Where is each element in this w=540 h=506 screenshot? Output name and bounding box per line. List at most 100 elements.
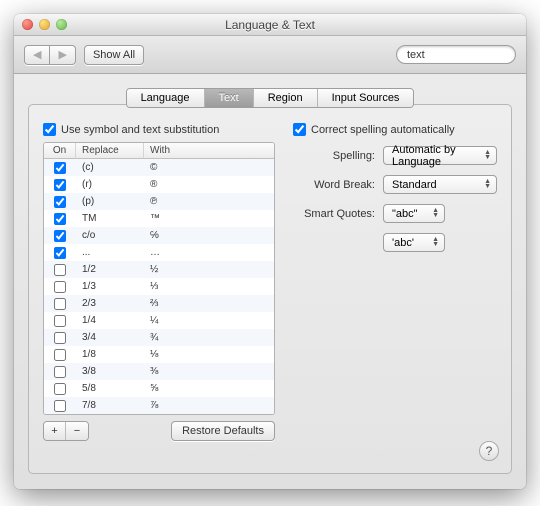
row-checkbox[interactable] — [54, 383, 66, 395]
row-with: ⅞ — [144, 400, 274, 411]
tab-input-sources[interactable]: Input Sources — [318, 89, 414, 107]
show-all-button[interactable]: Show All — [84, 45, 144, 65]
tab-region[interactable]: Region — [254, 89, 318, 107]
use-substitution-checkbox[interactable] — [43, 123, 56, 136]
row-with: ™ — [144, 213, 274, 224]
row-replace: (p) — [76, 196, 144, 207]
chevron-updown-icon: ▲▼ — [484, 179, 491, 189]
table-row[interactable]: TM™ — [44, 210, 274, 227]
back-button[interactable]: ◀ — [24, 45, 50, 65]
table-row[interactable]: (p)℗ — [44, 193, 274, 210]
row-with: ⅝ — [144, 383, 274, 394]
row-with: ⅓ — [144, 281, 274, 292]
smartquotes-single-select[interactable]: 'abc' ▲▼ — [383, 233, 445, 252]
col-on[interactable]: On — [44, 143, 76, 159]
row-checkbox[interactable] — [54, 400, 66, 412]
text-panel: Use symbol and text substitution On Repl… — [28, 104, 512, 474]
row-checkbox[interactable] — [54, 213, 66, 225]
row-replace: ... — [76, 247, 144, 258]
row-checkbox[interactable] — [54, 247, 66, 259]
row-with: ¾ — [144, 332, 274, 343]
row-replace: 5/8 — [76, 383, 144, 394]
correct-spelling-checkbox[interactable] — [293, 123, 306, 136]
row-replace: TM — [76, 213, 144, 224]
spelling-select[interactable]: Automatic by Language ▲▼ — [383, 146, 497, 165]
remove-button[interactable]: − — [66, 422, 88, 440]
table-row[interactable]: 7/8⅞ — [44, 397, 274, 414]
substitution-table: On Replace With (c)©(r)®(p)℗TM™c/o℅...…1… — [43, 142, 275, 415]
table-row[interactable]: 1/2½ — [44, 261, 274, 278]
row-replace: c/o — [76, 230, 144, 241]
row-checkbox[interactable] — [54, 264, 66, 276]
forward-button[interactable]: ▶ — [50, 45, 75, 65]
spelling-label: Spelling: — [293, 150, 375, 162]
chevron-updown-icon: ▲▼ — [432, 208, 439, 218]
row-replace: 1/3 — [76, 281, 144, 292]
pane-body: Language Text Region Input Sources Use s… — [14, 74, 526, 484]
wordbreak-select[interactable]: Standard ▲▼ — [383, 175, 497, 194]
add-remove-seg: + − — [43, 421, 89, 441]
titlebar: Language & Text — [14, 14, 526, 36]
tab-bar: Language Text Region Input Sources — [126, 88, 415, 108]
correct-spelling-label: Correct spelling automatically — [311, 124, 455, 136]
row-checkbox[interactable] — [54, 298, 66, 310]
row-checkbox[interactable] — [54, 179, 66, 191]
preferences-window: Language & Text ◀ ▶ Show All × Language … — [14, 14, 526, 489]
row-checkbox[interactable] — [54, 366, 66, 378]
smartquotes-single-value: 'abc' — [392, 237, 414, 249]
row-checkbox[interactable] — [54, 196, 66, 208]
table-row[interactable]: 3/4¾ — [44, 329, 274, 346]
row-replace: 3/4 — [76, 332, 144, 343]
toolbar: ◀ ▶ Show All × — [14, 36, 526, 74]
chevron-updown-icon: ▲▼ — [432, 237, 439, 247]
use-substitution-label: Use symbol and text substitution — [61, 124, 219, 136]
table-header: On Replace With — [44, 143, 274, 159]
table-body: (c)©(r)®(p)℗TM™c/o℅...…1/2½1/3⅓2/3⅔1/4¼3… — [44, 159, 274, 414]
table-row[interactable]: 3/8⅜ — [44, 363, 274, 380]
row-with: ⅔ — [144, 298, 274, 309]
row-replace: 7/8 — [76, 400, 144, 411]
table-row[interactable]: ...… — [44, 244, 274, 261]
wordbreak-value: Standard — [392, 179, 437, 191]
table-row[interactable]: 2/3⅔ — [44, 295, 274, 312]
window-title: Language & Text — [14, 18, 526, 32]
row-checkbox[interactable] — [54, 230, 66, 242]
row-checkbox[interactable] — [54, 349, 66, 361]
row-with: ℅ — [144, 230, 274, 241]
row-with: ½ — [144, 264, 274, 275]
search-input[interactable] — [407, 49, 526, 61]
row-checkbox[interactable] — [54, 281, 66, 293]
add-button[interactable]: + — [44, 422, 66, 440]
row-replace: 3/8 — [76, 366, 144, 377]
row-replace: 1/2 — [76, 264, 144, 275]
row-with: © — [144, 162, 274, 173]
table-row[interactable]: (r)® — [44, 176, 274, 193]
row-with: ℗ — [144, 196, 274, 207]
row-checkbox[interactable] — [54, 162, 66, 174]
row-checkbox[interactable] — [54, 315, 66, 327]
table-row[interactable]: (c)© — [44, 159, 274, 176]
options-column: Correct spelling automatically Spelling:… — [293, 123, 497, 441]
row-replace: 1/8 — [76, 349, 144, 360]
row-with: … — [144, 247, 274, 258]
col-replace[interactable]: Replace — [76, 143, 144, 159]
nav-seg: ◀ ▶ — [24, 45, 76, 65]
table-row[interactable]: c/o℅ — [44, 227, 274, 244]
table-row[interactable]: 1/3⅓ — [44, 278, 274, 295]
row-replace: 2/3 — [76, 298, 144, 309]
table-row[interactable]: 1/8⅛ — [44, 346, 274, 363]
spelling-value: Automatic by Language — [392, 144, 480, 168]
restore-defaults-button[interactable]: Restore Defaults — [171, 421, 275, 441]
table-row[interactable]: 1/4¼ — [44, 312, 274, 329]
table-row[interactable]: 5/8⅝ — [44, 380, 274, 397]
chevron-updown-icon: ▲▼ — [484, 150, 491, 160]
search-field[interactable]: × — [396, 45, 516, 64]
substitution-column: Use symbol and text substitution On Repl… — [43, 123, 275, 441]
help-button[interactable]: ? — [479, 441, 499, 461]
row-with: ¼ — [144, 315, 274, 326]
smartquotes-double-select[interactable]: "abc" ▲▼ — [383, 204, 445, 223]
col-with[interactable]: With — [144, 143, 274, 159]
row-checkbox[interactable] — [54, 332, 66, 344]
tab-language[interactable]: Language — [127, 89, 205, 107]
tab-text[interactable]: Text — [205, 89, 254, 107]
